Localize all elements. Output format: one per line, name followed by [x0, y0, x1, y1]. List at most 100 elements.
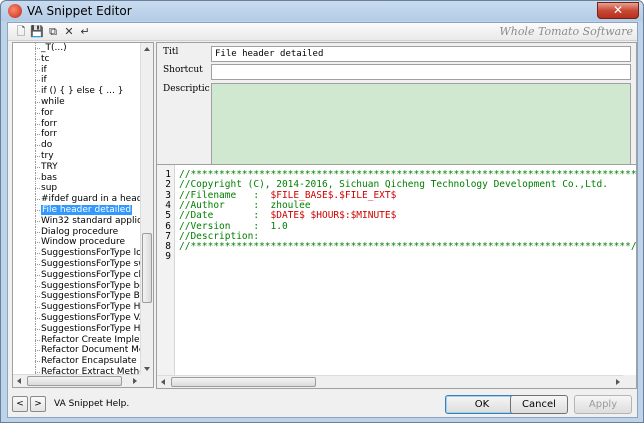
snippet-list-item[interactable]: sup — [13, 183, 141, 195]
snippet-list-item-label: SuggestionsForType VARI — [41, 312, 141, 323]
snippet-list-item-label: #ifdef guard in a header — [41, 194, 141, 205]
window-title: VA Snippet Editor — [27, 4, 132, 18]
line-number-gutter: 123456789 — [157, 165, 175, 375]
code-token: //**************************************… — [179, 241, 637, 253]
snippet-list-item[interactable]: bas — [13, 172, 141, 184]
snippet-list-item[interactable]: if — [13, 64, 141, 76]
new-snippet-icon[interactable]: 🗋 — [14, 25, 28, 39]
previous-button[interactable]: < — [12, 396, 28, 412]
scroll-corner — [140, 374, 153, 387]
snippet-list-item-label: _T(...) — [41, 43, 67, 53]
snippet-list-item-label: TRY — [41, 161, 58, 172]
delete-icon[interactable]: ✕ — [62, 25, 76, 39]
save-icon[interactable]: 💾 — [30, 25, 44, 39]
snippet-list-item[interactable]: SuggestionsForType HAND — [13, 323, 141, 335]
snippet-list-item[interactable]: TRY — [13, 161, 141, 173]
scroll-right-icon[interactable] — [133, 378, 137, 384]
snippet-list-item[interactable]: SuggestionsForType class — [13, 269, 141, 281]
snippet-list[interactable]: _T(...) tc if if if () { } else { ... } while… — [13, 43, 141, 375]
description-label: Descriptic — [163, 84, 210, 94]
scroll-down-icon[interactable] — [144, 367, 150, 371]
snippet-list-item[interactable]: Refactor Encapsulate Field — [13, 356, 141, 367]
snippet-list-item[interactable]: SuggestionsForType bool — [13, 280, 141, 292]
title-bar[interactable]: VA Snippet Editor ✕ — [1, 1, 643, 21]
shortcut-label: Shortcut — [163, 65, 203, 75]
snippet-editor-window: VA Snippet Editor ✕ 🗋 💾 ⧉ ✕ ↵ Whole Tomato S… — [0, 0, 644, 423]
snippet-list-item-label: while — [41, 96, 65, 107]
snippet-list-item[interactable]: Window procedure — [13, 237, 141, 249]
snippet-list-item-label: Refactor Create Implemen — [41, 334, 141, 345]
snippet-list-item[interactable]: _T(...) — [13, 43, 141, 54]
snippet-list-item-label: try — [41, 150, 54, 161]
snippet-list-item-label: bas — [41, 172, 57, 183]
snippet-list-item[interactable]: if () { } else { ... } — [13, 86, 141, 97]
copy-icon[interactable]: ⧉ — [46, 25, 60, 39]
scroll-thumb[interactable] — [142, 233, 152, 303]
snippet-list-item-label: Win32 standard applicatio — [41, 215, 141, 226]
snippet-list-item[interactable]: Refactor Document Metho — [13, 345, 141, 357]
snippet-list-item[interactable]: do — [13, 140, 141, 151]
snippet-list-item-label: File header detailed — [41, 204, 133, 215]
snippet-list-vertical-scrollbar[interactable] — [140, 43, 153, 375]
dialog-footer: < > VA Snippet Help. OK Cancel Apply — [8, 392, 637, 417]
apply-button[interactable]: Apply — [574, 395, 632, 414]
snippet-list-item-label: if — [41, 64, 47, 75]
code-token: $DATE$ $HOUR$:$MINUTE$ — [270, 210, 397, 222]
next-button[interactable]: > — [30, 396, 46, 412]
snippet-list-item[interactable]: forr — [13, 129, 141, 141]
editor-horizontal-scrollbar[interactable] — [157, 375, 624, 388]
snippet-list-item[interactable]: SuggestionsForType BOOL — [13, 291, 141, 303]
snippet-list-item[interactable]: forr — [13, 118, 141, 130]
snippet-list-item[interactable]: SuggestionsForType switc — [13, 258, 141, 270]
snippet-list-item-label: SuggestionsForType class — [41, 269, 141, 280]
import-icon[interactable]: ↵ — [78, 25, 92, 39]
code-editor[interactable]: 123456789 //****************************… — [156, 164, 637, 389]
snippet-list-item-label: do — [41, 140, 53, 151]
scroll-left-icon[interactable] — [17, 378, 21, 384]
scroll-right-icon[interactable] — [616, 379, 620, 385]
snippet-list-item-label: SuggestionsForType BOOL — [41, 291, 141, 302]
shortcut-field[interactable] — [211, 64, 631, 80]
snippet-list-item-label: Dialog procedure — [41, 226, 119, 237]
snippet-list-item-label: Refactor Document Metho — [41, 345, 141, 356]
snippet-list-item-label: forr — [41, 129, 57, 140]
title-label: Titl — [163, 47, 179, 57]
snippet-list-item[interactable]: SuggestionsForType loop — [13, 248, 141, 259]
snippet-list-horizontal-scrollbar[interactable] — [13, 374, 141, 387]
scroll-up-icon[interactable] — [144, 47, 150, 51]
title-field[interactable]: File header detailed — [211, 46, 631, 62]
snippet-list-item[interactable]: File header detailed — [13, 204, 141, 216]
snippet-list-item-label: sup — [41, 183, 58, 194]
snippet-list-item[interactable]: try — [13, 150, 141, 162]
snippet-list-item[interactable]: Dialog procedure — [13, 226, 141, 238]
cancel-button[interactable]: Cancel — [510, 395, 568, 414]
snippet-list-item[interactable]: Win32 standard applicatio — [13, 215, 141, 227]
snippet-list-item[interactable]: Refactor Create Implemen — [13, 334, 141, 346]
snippet-list-item[interactable]: if — [13, 75, 141, 87]
app-icon — [8, 4, 22, 18]
snippet-list-item-label: if — [41, 75, 47, 86]
scroll-thumb[interactable] — [27, 376, 122, 386]
snippet-list-pane: _T(...) tc if if if () { } else { ... } while… — [12, 42, 154, 388]
scroll-left-icon[interactable] — [161, 379, 165, 385]
close-button[interactable]: ✕ — [597, 2, 639, 19]
help-link[interactable]: VA Snippet Help. — [54, 399, 129, 409]
snippet-list-item-label: if () { } else { ... } — [41, 86, 124, 97]
snippet-list-item[interactable]: for — [13, 107, 141, 119]
snippet-list-item-label: Refactor Encapsulate Field — [41, 356, 141, 367]
code-line: //**************************************… — [179, 241, 637, 253]
snippet-list-item[interactable]: tc — [13, 53, 141, 65]
line-number: 9 — [165, 251, 171, 263]
snippet-list-item-label: Window procedure — [41, 237, 126, 248]
snippet-list-item-label: SuggestionsForType HRES — [41, 302, 141, 313]
snippet-list-item-label: tc — [41, 53, 50, 64]
ok-button[interactable]: OK — [445, 395, 519, 414]
description-field[interactable] — [211, 83, 631, 165]
scroll-corner — [623, 375, 636, 388]
snippet-list-item[interactable]: SuggestionsForType VARI — [13, 312, 141, 324]
snippet-list-item[interactable]: while — [13, 96, 141, 108]
snippet-list-item[interactable]: #ifdef guard in a header — [13, 194, 141, 205]
scroll-thumb[interactable] — [171, 377, 316, 387]
toolbar: 🗋 💾 ⧉ ✕ ↵ Whole Tomato Software — [8, 23, 637, 41]
snippet-list-item[interactable]: SuggestionsForType HRES — [13, 302, 141, 313]
